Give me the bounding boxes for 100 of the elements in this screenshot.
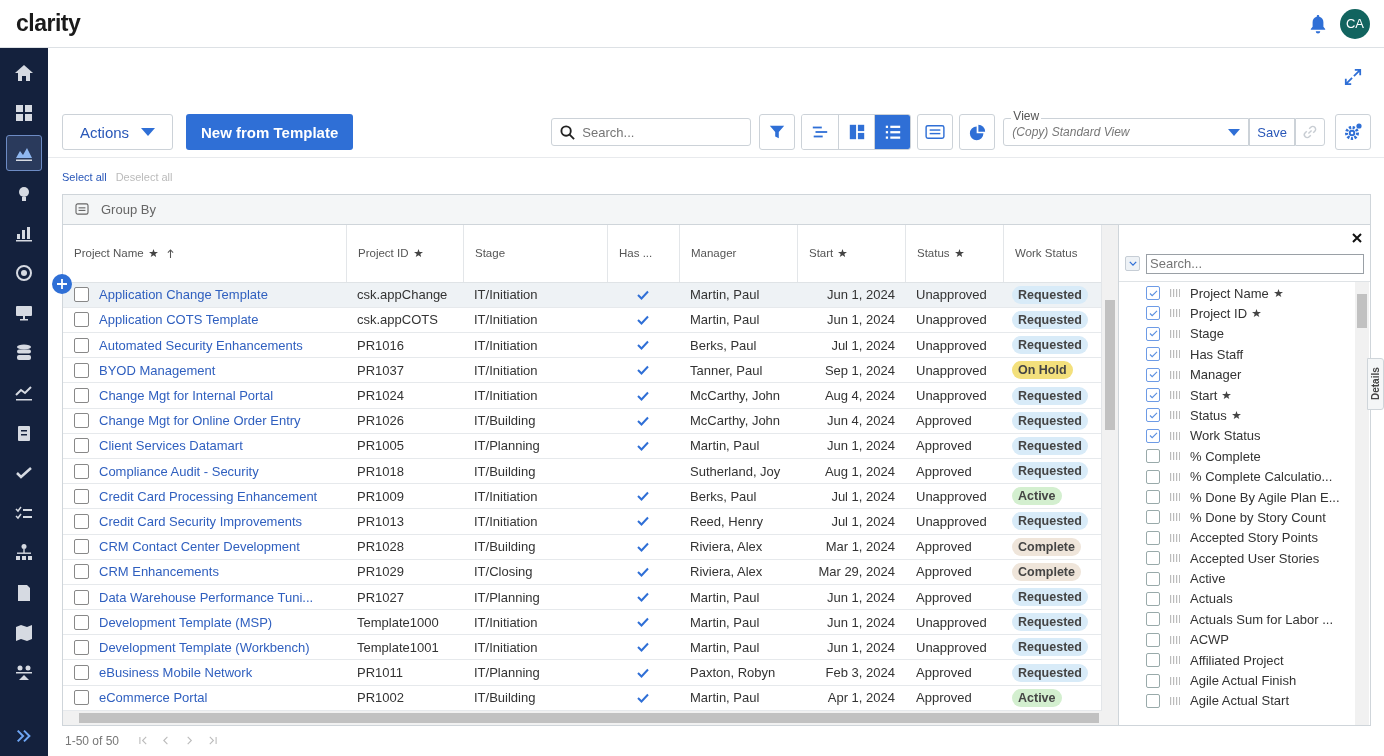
row-checkbox[interactable]	[74, 639, 89, 655]
project-name-link[interactable]: BYOD Management	[99, 362, 216, 378]
column-checkbox[interactable]	[1146, 612, 1160, 627]
project-name-link[interactable]: CRM Contact Center Development	[99, 539, 300, 555]
chart-view-button[interactable]	[959, 114, 996, 151]
column-checkbox[interactable]	[1146, 428, 1160, 443]
column-checkbox[interactable]	[1146, 367, 1160, 382]
project-name-link[interactable]: Development Template (MSP)	[99, 614, 273, 630]
column-checkbox[interactable]	[1146, 530, 1160, 545]
actions-button[interactable]: Actions	[62, 114, 173, 151]
column-checkbox[interactable]	[1146, 510, 1160, 525]
drag-handle-icon[interactable]	[1170, 594, 1180, 603]
notification-bell-icon[interactable]	[1309, 13, 1327, 34]
select-all-link[interactable]: Select all	[62, 170, 107, 183]
column-checkbox[interactable]	[1146, 408, 1160, 423]
view-mode-button[interactable]	[874, 115, 911, 150]
collapse-toggle-button[interactable]	[1125, 256, 1140, 272]
row-checkbox[interactable]	[74, 337, 89, 353]
new-from-template-button[interactable]: New from Template	[186, 114, 354, 151]
row-checkbox[interactable]	[74, 287, 89, 303]
project-name-link[interactable]: Change Mgt for Internal Portal	[99, 388, 274, 403]
filter-button[interactable]	[759, 114, 796, 151]
drag-handle-icon[interactable]	[1170, 615, 1180, 624]
project-name-link[interactable]: Credit Card Security Improvements	[99, 513, 302, 529]
column-checkbox[interactable]	[1146, 306, 1160, 321]
row-checkbox[interactable]	[74, 564, 89, 580]
row-checkbox[interactable]	[74, 690, 89, 706]
fullscreen-icon[interactable]	[1344, 68, 1362, 87]
project-name-link[interactable]: Development Template (Workbench)	[99, 639, 310, 655]
project-name-link[interactable]: Compliance Audit - Security	[99, 463, 259, 479]
project-name-link[interactable]: Change Mgt for Online Order Entry	[99, 413, 301, 429]
save-button[interactable]: Save	[1249, 118, 1295, 147]
row-checkbox[interactable]	[74, 665, 89, 681]
drag-handle-icon[interactable]	[1170, 554, 1180, 563]
drag-handle-icon[interactable]	[1170, 635, 1180, 644]
project-name-link[interactable]: Application COTS Template	[99, 312, 259, 328]
search-field[interactable]: Search...	[551, 118, 752, 147]
project-name-link[interactable]: Client Services Datamart	[99, 438, 243, 454]
drag-handle-icon[interactable]	[1170, 574, 1180, 583]
drag-handle-icon[interactable]	[1170, 452, 1180, 461]
drag-handle-icon[interactable]	[1170, 350, 1180, 359]
drag-handle-icon[interactable]	[1170, 696, 1180, 705]
drag-handle-icon[interactable]	[1170, 493, 1180, 501]
settings-button[interactable]	[1335, 114, 1371, 151]
column-checkbox[interactable]	[1146, 673, 1160, 688]
row-checkbox[interactable]	[74, 589, 89, 605]
drag-handle-icon[interactable]	[1170, 472, 1180, 481]
column-checkbox[interactable]	[1146, 551, 1160, 566]
drag-handle-icon[interactable]	[1170, 370, 1180, 379]
column-checkbox[interactable]	[1146, 693, 1160, 708]
drag-handle-icon[interactable]	[1170, 329, 1180, 338]
panel-scrollbar[interactable]	[1355, 281, 1369, 725]
column-header[interactable]: Work Status	[1015, 247, 1078, 260]
nav-button[interactable]	[6, 135, 42, 171]
column-header[interactable]: Project ID	[358, 247, 425, 260]
project-name-link[interactable]: Credit Card Processing Enhancement	[99, 488, 318, 504]
project-name-link[interactable]: Application Change Template	[99, 287, 268, 303]
column-checkbox[interactable]	[1146, 632, 1160, 647]
column-header[interactable]: Project Name	[74, 247, 176, 260]
row-checkbox[interactable]	[74, 539, 89, 555]
group-by-bar[interactable]: Group By	[63, 194, 1370, 225]
column-checkbox[interactable]	[1146, 653, 1160, 668]
row-checkbox[interactable]	[74, 513, 89, 529]
drag-handle-icon[interactable]	[1170, 656, 1180, 665]
user-avatar[interactable]: CA	[1340, 8, 1370, 39]
column-checkbox[interactable]	[1146, 469, 1160, 484]
close-icon[interactable]	[1352, 232, 1362, 243]
column-checkbox[interactable]	[1146, 388, 1160, 403]
project-name-link[interactable]: Data Warehouse Performance Tuni...	[99, 589, 314, 605]
column-checkbox[interactable]	[1146, 449, 1160, 464]
row-checkbox[interactable]	[74, 388, 89, 403]
column-header[interactable]: Stage	[475, 247, 506, 260]
drag-handle-icon[interactable]	[1170, 533, 1180, 542]
row-checkbox[interactable]	[74, 362, 89, 378]
row-checkbox[interactable]	[74, 312, 89, 328]
column-checkbox[interactable]	[1146, 286, 1160, 301]
column-header[interactable]: Start	[809, 247, 850, 260]
row-checkbox[interactable]	[74, 614, 89, 630]
project-name-link[interactable]: eBusiness Mobile Network	[99, 665, 253, 681]
drag-handle-icon[interactable]	[1170, 431, 1180, 440]
drag-handle-icon[interactable]	[1170, 289, 1180, 298]
column-checkbox[interactable]	[1146, 490, 1160, 504]
column-checkbox[interactable]	[1146, 591, 1160, 606]
column-checkbox[interactable]	[1146, 347, 1160, 362]
drag-handle-icon[interactable]	[1170, 513, 1180, 522]
column-header[interactable]: Status	[917, 247, 966, 260]
drag-handle-icon[interactable]	[1170, 309, 1180, 318]
project-name-link[interactable]: eCommerce Portal	[99, 690, 208, 706]
project-name-link[interactable]: Automated Security Enhancements	[99, 337, 303, 353]
column-search-field[interactable]: Search...	[1146, 253, 1364, 274]
row-checkbox[interactable]	[74, 488, 89, 504]
column-header[interactable]: Has ...	[619, 247, 653, 260]
row-checkbox[interactable]	[74, 463, 89, 479]
drag-handle-icon[interactable]	[1170, 391, 1180, 400]
row-checkbox[interactable]	[74, 438, 89, 454]
row-checkbox[interactable]	[74, 413, 89, 429]
drag-handle-icon[interactable]	[1170, 411, 1180, 420]
drag-handle-icon[interactable]	[1170, 676, 1180, 685]
vertical-scrollbar[interactable]	[1101, 224, 1118, 711]
details-tab[interactable]: Details	[1367, 357, 1384, 410]
